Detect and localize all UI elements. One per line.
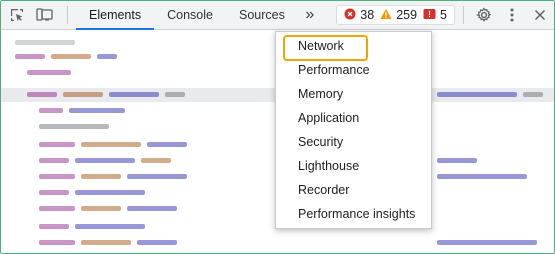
error-icon (344, 8, 356, 23)
toolbar-divider (67, 6, 68, 24)
issues-counter[interactable]: 5 (423, 8, 447, 23)
device-toolbar-icon[interactable] (33, 3, 57, 27)
dom-tree-line[interactable] (39, 238, 183, 248)
menu-item-lighthouse[interactable]: Lighthouse (276, 154, 431, 178)
dom-tree-line[interactable] (39, 172, 193, 182)
dom-tree-line[interactable] (437, 172, 533, 182)
menu-item-recorder[interactable]: Recorder (276, 178, 431, 202)
dom-tree-line[interactable] (39, 204, 183, 214)
tab-console[interactable]: Console (154, 1, 226, 30)
menu-item-memory[interactable]: Memory (276, 82, 431, 106)
dom-tree-line[interactable] (39, 106, 131, 116)
toolbar-divider (463, 6, 464, 24)
warning-icon (380, 8, 392, 23)
dom-tree-line[interactable] (437, 90, 549, 100)
error-count: 38 (360, 8, 375, 22)
warning-counter[interactable]: 259 (380, 8, 417, 23)
close-icon[interactable] (528, 3, 552, 27)
issue-counters[interactable]: 38 259 5 (336, 5, 455, 25)
dom-tree-line[interactable] (437, 238, 543, 248)
gear-icon[interactable] (472, 3, 496, 27)
dom-tree-line[interactable] (39, 122, 115, 132)
more-tabs-menu: Network Performance Memory Application S… (275, 31, 432, 229)
dom-tree-line[interactable] (15, 38, 81, 48)
dom-tree-line[interactable] (39, 188, 151, 198)
dom-tree-line[interactable] (437, 156, 483, 166)
dom-tree-line[interactable] (27, 90, 191, 100)
menu-item-security[interactable]: Security (276, 130, 431, 154)
menu-item-application[interactable]: Application (276, 106, 431, 130)
dom-tree-line[interactable] (27, 68, 77, 78)
issue-flag-icon (423, 8, 436, 23)
dom-tree-line[interactable] (15, 52, 123, 62)
error-counter[interactable]: 38 (344, 8, 374, 23)
menu-item-network[interactable]: Network (276, 34, 431, 61)
tab-elements[interactable]: Elements (76, 1, 155, 30)
inspect-element-icon[interactable] (5, 3, 29, 27)
dom-tree-line[interactable] (39, 156, 177, 166)
menu-item-performance-insights[interactable]: Performance insights (276, 202, 431, 226)
devtools-window: Elements Console Sources » 38 259 5 Netw… (0, 0, 555, 254)
menu-item-performance[interactable]: Performance (276, 58, 431, 82)
vertical-dots-icon[interactable] (500, 3, 524, 27)
double-chevron-right-icon[interactable]: » (298, 3, 322, 27)
devtools-toolbar: Elements Console Sources » 38 259 5 (1, 1, 554, 30)
dom-tree-line[interactable] (39, 140, 193, 150)
tab-sources[interactable]: Sources (226, 1, 298, 30)
issue-count: 5 (440, 8, 447, 22)
dom-tree-line[interactable] (39, 222, 151, 232)
warning-count: 259 (396, 8, 418, 22)
